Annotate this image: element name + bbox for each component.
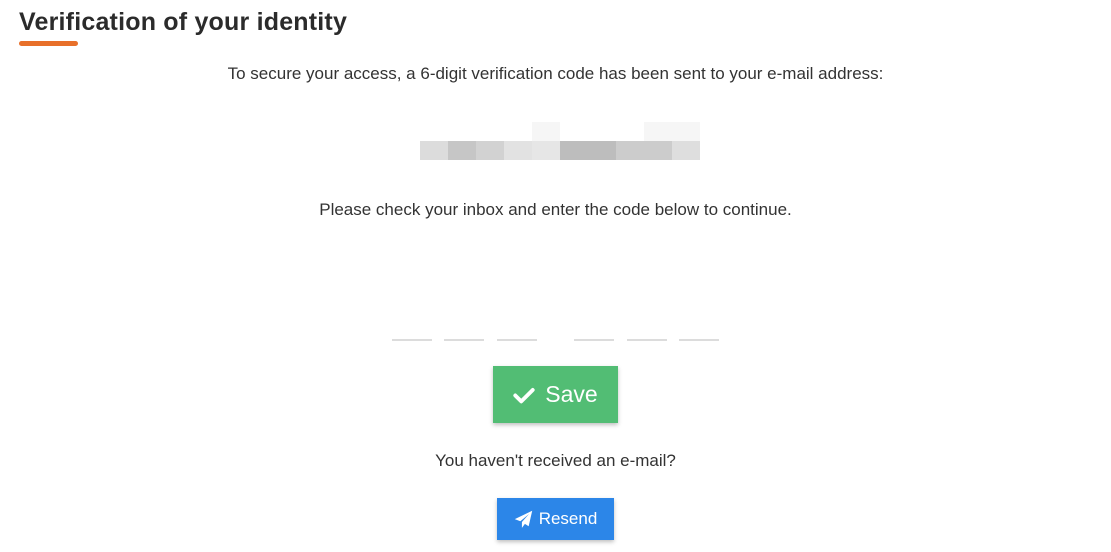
code-digit-2[interactable] (444, 314, 484, 341)
code-digit-6[interactable] (679, 314, 719, 341)
check-icon (513, 387, 535, 403)
paper-plane-icon (514, 510, 532, 528)
code-digit-5[interactable] (627, 314, 667, 341)
title-underline (19, 41, 78, 46)
instruction-text: Please check your inbox and enter the co… (319, 200, 792, 219)
code-digit-4[interactable] (574, 314, 614, 341)
code-digit-3[interactable] (497, 314, 537, 341)
intro-text: To secure your access, a 6-digit verific… (227, 64, 884, 83)
verification-code-inputs (392, 314, 720, 342)
save-button-label: Save (545, 381, 598, 407)
code-digit-1[interactable] (392, 314, 432, 341)
resend-button-label: Resend (538, 509, 598, 528)
verification-page: Verification of your identity To secure … (0, 0, 1111, 552)
no-email-prompt: You haven't received an e-mail? (435, 451, 676, 470)
resend-button[interactable]: Resend (497, 498, 614, 540)
save-button[interactable]: Save (493, 366, 618, 423)
page-title: Verification of your identity (19, 8, 348, 36)
redacted-email-address (420, 122, 700, 160)
